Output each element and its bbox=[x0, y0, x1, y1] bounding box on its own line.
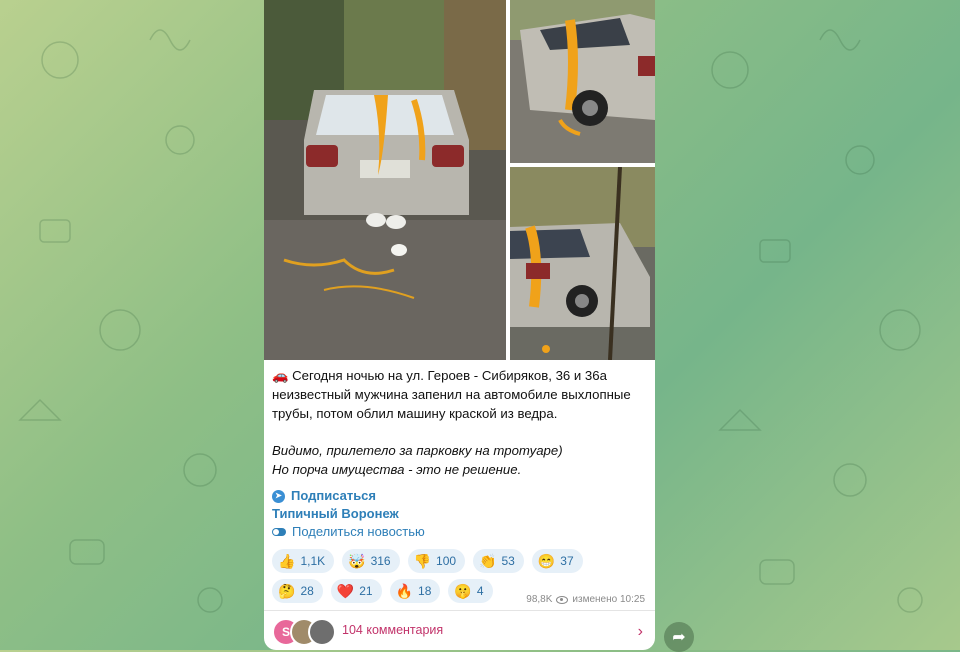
reaction-grin[interactable]: 😁 37 bbox=[531, 549, 583, 573]
share-arrow-icon[interactable]: ➦ bbox=[664, 622, 694, 652]
grin-icon: 😁 bbox=[537, 553, 556, 569]
reaction-thinking[interactable]: 🤔 28 bbox=[272, 579, 323, 603]
subscribe-link[interactable]: ➤ Подписаться bbox=[272, 487, 647, 505]
post-links: ➤ Подписаться Типичный Воронеж Поделитьс… bbox=[264, 479, 655, 541]
reaction-count: 1,1K bbox=[300, 554, 326, 568]
reaction-heart[interactable]: ❤️ 21 bbox=[330, 579, 382, 603]
fire-icon: 🔥 bbox=[395, 583, 414, 599]
comments-label[interactable]: 104 комментария bbox=[342, 623, 443, 637]
reaction-thumbs-down[interactable]: 👎 100 bbox=[407, 549, 466, 573]
post-meta: 98,8K изменено 10:25 bbox=[526, 594, 645, 605]
reaction-mind-blown[interactable]: 🤯 316 bbox=[342, 549, 400, 573]
toggle-icon bbox=[272, 528, 286, 536]
clap-icon: 👏 bbox=[479, 553, 497, 569]
reaction-count: 18 bbox=[418, 584, 432, 598]
reaction-count: 37 bbox=[560, 554, 574, 568]
photo-car-rear[interactable] bbox=[264, 0, 506, 360]
photo-album[interactable] bbox=[264, 0, 655, 360]
share-news-link[interactable]: Поделиться новостью bbox=[272, 523, 647, 541]
reaction-clap[interactable]: 👏 53 bbox=[473, 549, 524, 573]
reaction-count: 21 bbox=[359, 584, 373, 598]
mind-blown-icon: 🤯 bbox=[348, 553, 366, 569]
thumbs-up-icon: 👍 bbox=[278, 553, 296, 569]
edited-time: изменено 10:25 bbox=[572, 594, 645, 605]
reaction-count: 53 bbox=[501, 554, 515, 568]
comments-bar[interactable]: S 104 комментария › bbox=[264, 610, 655, 650]
eye-icon bbox=[556, 595, 569, 604]
share-news-label[interactable]: Поделиться новостью bbox=[292, 523, 425, 541]
reaction-shush[interactable]: 🤫 4 bbox=[448, 579, 493, 603]
reaction-thumbs-up[interactable]: 👍 1,1K bbox=[272, 549, 335, 573]
post-paragraph-2-line-2: Но порча имущества - это не решение. bbox=[272, 462, 522, 477]
telegram-icon: ➤ bbox=[272, 489, 285, 503]
heart-icon: ❤️ bbox=[336, 583, 355, 599]
avatar bbox=[308, 618, 336, 646]
post-paragraph-2-line-1: Видимо, прилетело за парковку на тротуар… bbox=[272, 443, 563, 458]
reaction-count: 4 bbox=[476, 584, 484, 598]
reaction-count: 316 bbox=[370, 554, 391, 568]
car-emoji: 🚗 bbox=[272, 368, 289, 383]
channel-link[interactable]: Типичный Воронеж bbox=[272, 505, 647, 523]
thinking-icon: 🤔 bbox=[278, 583, 296, 599]
photo-car-rear-side[interactable] bbox=[510, 167, 655, 360]
views-count: 98,8K bbox=[526, 594, 553, 605]
reaction-count: 100 bbox=[436, 554, 457, 568]
channel-name[interactable]: Типичный Воронеж bbox=[272, 505, 399, 523]
chevron-right-icon[interactable]: › bbox=[638, 623, 643, 641]
channel-post: 🚗 Сегодня ночью на ул. Героев - Сибиряко… bbox=[264, 0, 655, 650]
post-text: 🚗 Сегодня ночью на ул. Героев - Сибиряко… bbox=[264, 360, 655, 479]
reaction-fire[interactable]: 🔥 18 bbox=[389, 579, 441, 603]
post-paragraph-1: Сегодня ночью на ул. Героев - Сибиряков,… bbox=[272, 368, 631, 421]
subscribe-label[interactable]: Подписаться bbox=[291, 487, 376, 505]
shush-icon: 🤫 bbox=[454, 583, 472, 599]
reaction-count: 28 bbox=[300, 584, 314, 598]
photo-car-side[interactable] bbox=[510, 0, 655, 163]
thumbs-down-icon: 👎 bbox=[413, 553, 432, 569]
